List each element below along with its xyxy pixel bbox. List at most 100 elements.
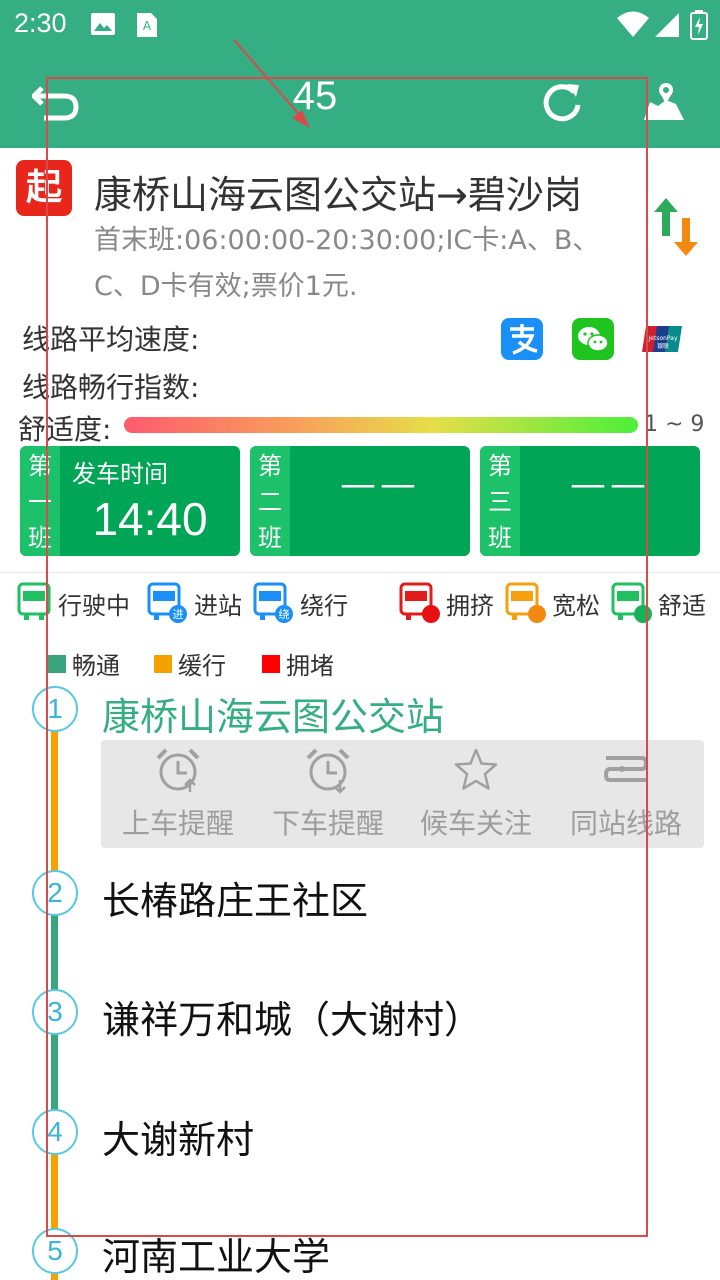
- swap-direction-button[interactable]: [652, 196, 700, 262]
- legend-label: 行驶中: [58, 591, 130, 620]
- route-icon: [603, 756, 649, 782]
- star-icon: [454, 748, 498, 790]
- legend-comfortable: 舒适: [610, 582, 706, 624]
- stop-name[interactable]: 谦祥万和城（大谢村）: [102, 989, 482, 1044]
- detour-badge: 绕: [279, 608, 290, 621]
- shift-empty-value: ——: [340, 464, 420, 505]
- boarding-reminder-button[interactable]: 上车提醒: [103, 740, 253, 848]
- route-segment-slow: [51, 730, 58, 890]
- bus-arriving-icon: 进: [147, 582, 187, 623]
- traffic-label: 缓行: [178, 652, 226, 680]
- action-label: 上车提醒: [121, 807, 234, 840]
- avg-speed-label: 线路平均速度:: [22, 323, 200, 356]
- stop-number: 1: [32, 686, 78, 732]
- legend-label: 绕行: [300, 591, 348, 620]
- bus-loose-icon: [505, 582, 546, 623]
- stop-name-current[interactable]: 康桥山海云图公交站: [102, 686, 444, 741]
- shift-index-char: 班: [258, 524, 282, 552]
- wifi-icon: [617, 11, 649, 37]
- traffic-legend-smooth: 畅通: [48, 646, 120, 681]
- map-icon: [644, 83, 684, 120]
- status-time: 2:30: [14, 8, 67, 38]
- legend-arriving: 进 进站: [146, 582, 242, 624]
- shift-card-3[interactable]: 第 三 班 ——: [480, 446, 700, 556]
- stop-name[interactable]: 河南工业大学: [102, 1226, 330, 1280]
- unionpay-button[interactable]: JetsonPay 银联: [642, 318, 684, 360]
- bus-comfortable-icon: [611, 582, 652, 623]
- alipay-icon: [510, 324, 538, 355]
- traffic-color-swatch: [154, 654, 172, 673]
- departure-time-value: 14:40: [92, 493, 208, 545]
- shift-index: 第 三 班: [480, 446, 520, 556]
- alarm-up-icon: [156, 748, 200, 792]
- shift-index-char: 一: [28, 488, 52, 516]
- wechat-pay-button[interactable]: [572, 318, 614, 360]
- arriving-badge: 进: [173, 608, 184, 621]
- shift-card-1[interactable]: 第 一 班 发车时间 14:40: [20, 446, 240, 556]
- route-number-title: 45: [292, 74, 338, 118]
- traffic-legend-slow: 缓行: [154, 646, 226, 681]
- flow-index-label: 线路畅行指数:: [22, 371, 200, 404]
- shift-index-char: 二: [258, 488, 282, 516]
- back-button[interactable]: [28, 74, 84, 130]
- battery-icon: [690, 10, 708, 40]
- stop-number: 3: [32, 989, 78, 1035]
- shift-empty-value: ——: [570, 464, 650, 505]
- route-direction-title: 康桥山海云图公交站→碧沙岗: [94, 173, 582, 217]
- shift-index-char: 班: [28, 524, 52, 552]
- bus-detour-icon: 绕: [253, 582, 293, 623]
- same-stop-routes-button[interactable]: 同站线路: [551, 740, 701, 848]
- traffic-label: 拥堵: [286, 652, 334, 680]
- traffic-color-swatch: [262, 654, 280, 673]
- shift-index: 第 一 班: [20, 446, 60, 556]
- signal-icon: [655, 13, 679, 37]
- stop-name[interactable]: 大谢新村: [102, 1109, 254, 1164]
- shift-index-char: 三: [488, 488, 512, 516]
- shift-card-2[interactable]: 第 二 班 ——: [250, 446, 470, 556]
- departure-time-label: 发车时间: [72, 460, 168, 488]
- comfort-range: 1 ~ 9: [644, 412, 705, 437]
- stop-number: 4: [32, 1109, 78, 1155]
- shift-index-char: 班: [488, 524, 512, 552]
- refresh-icon: [543, 84, 581, 122]
- bus-crowded-icon: [399, 582, 440, 623]
- shift-index-char: 第: [488, 452, 512, 480]
- traffic-legend-jam: 拥堵: [262, 646, 334, 681]
- image-notification-icon: [91, 13, 115, 35]
- shift-index: 第 二 班: [250, 446, 290, 556]
- map-button[interactable]: [636, 74, 692, 130]
- divider: [0, 572, 720, 573]
- unionpay-text-cn: 银联: [657, 342, 669, 350]
- legend-label: 舒适: [658, 591, 706, 620]
- alighting-reminder-button[interactable]: 下车提醒: [253, 740, 403, 848]
- stop-name[interactable]: 长椿路庄王社区: [102, 870, 368, 925]
- traffic-color-swatch: [48, 654, 66, 673]
- unionpay-icon: JetsonPay 银联: [642, 326, 682, 352]
- traffic-label: 畅通: [72, 652, 120, 680]
- alarm-down-icon: [306, 748, 350, 794]
- action-label: 同站线路: [569, 807, 682, 840]
- route-schedule-info: 首末班:06:00:00-20:30:00;IC卡:A、B、C、D卡有效;票价1…: [94, 225, 600, 302]
- action-label: 候车关注: [419, 807, 532, 840]
- shift-index-char: 第: [258, 452, 282, 480]
- bus-running-icon: [17, 582, 51, 620]
- legend-label: 进站: [194, 591, 242, 620]
- svg-text:A: A: [143, 19, 152, 33]
- alipay-button[interactable]: [501, 318, 543, 360]
- watch-stop-button[interactable]: 候车关注: [401, 740, 551, 848]
- status-bar: 2:30 A: [0, 0, 720, 52]
- comfort-label: 舒适度:: [18, 413, 112, 446]
- legend-running: 行驶中: [14, 582, 130, 624]
- start-badge: 起: [16, 160, 72, 216]
- legend-label: 宽松: [552, 591, 600, 620]
- action-label: 下车提醒: [271, 807, 384, 840]
- back-icon: [32, 86, 79, 121]
- comfort-gradient-bar: [124, 417, 638, 433]
- refresh-button[interactable]: [534, 74, 590, 130]
- stop-number: 5: [32, 1228, 78, 1274]
- legend-crowded: 拥挤: [398, 582, 494, 624]
- swap-direction-icon: [654, 198, 698, 256]
- shift-index-char: 第: [28, 452, 52, 480]
- stop-number: 2: [32, 870, 78, 916]
- legend-label: 拥挤: [446, 591, 494, 620]
